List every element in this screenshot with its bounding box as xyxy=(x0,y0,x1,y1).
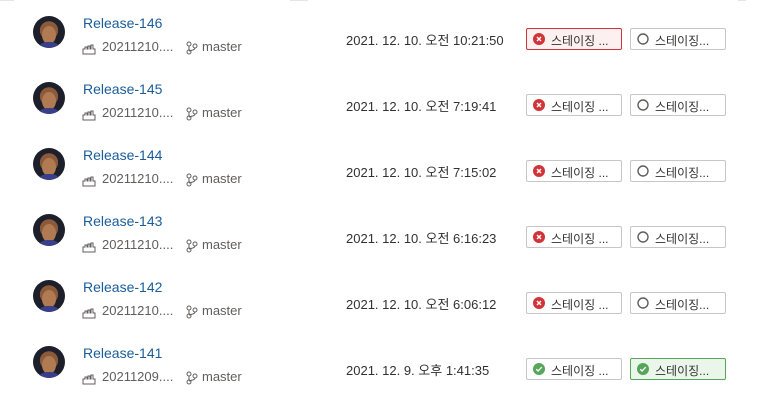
branch-name: master xyxy=(202,237,242,252)
build-pipeline-icon xyxy=(82,44,96,55)
avatar xyxy=(33,280,65,312)
stage-status-button[interactable]: 스테이징... xyxy=(630,358,726,380)
stage-status-button[interactable]: 스테이징... xyxy=(630,160,726,182)
stage-label: 스테이징... xyxy=(655,364,710,378)
release-name-link[interactable]: Release-144 xyxy=(83,147,162,163)
branch-name: master xyxy=(202,369,242,384)
release-row[interactable]: Release-142 20211210.... master 2021. 12… xyxy=(0,264,758,330)
empty-circle-icon xyxy=(637,33,649,45)
stage-status-button[interactable]: 스테이징 ... xyxy=(526,292,622,314)
build-number: 20211209.... xyxy=(102,369,174,384)
release-row[interactable]: Release-143 20211210.... master 2021. 12… xyxy=(0,198,758,264)
release-row[interactable]: Release-145 20211210.... master 2021. 12… xyxy=(0,66,758,132)
stage-label: 스테이징 ... xyxy=(551,298,609,312)
stage-status-button[interactable]: 스테이징 ... xyxy=(526,160,622,182)
check-circle-icon xyxy=(533,363,545,375)
release-date: 2021. 12. 10. 오전 7:15:02 xyxy=(346,165,497,180)
branch-name: master xyxy=(202,39,242,54)
release-date: 2021. 12. 10. 오전 6:16:23 xyxy=(346,231,497,246)
avatar xyxy=(33,148,65,180)
avatar xyxy=(33,346,65,378)
build-pipeline-icon xyxy=(82,110,96,121)
release-row[interactable]: Release-144 20211210.... master 2021. 12… xyxy=(0,132,758,198)
branch-name: master xyxy=(202,171,242,186)
stage-label: 스테이징... xyxy=(655,100,710,114)
stage-label: 스테이징... xyxy=(655,298,710,312)
git-branch-icon xyxy=(186,305,198,319)
release-name-link[interactable]: Release-143 xyxy=(83,213,162,229)
release-name-link[interactable]: Release-146 xyxy=(83,15,162,31)
build-number: 20211210.... xyxy=(102,303,174,318)
stage-label: 스테이징 ... xyxy=(551,100,609,114)
build-pipeline-icon xyxy=(82,308,96,319)
error-circle-icon xyxy=(533,99,545,111)
branch-name: master xyxy=(202,303,242,318)
release-name-link[interactable]: Release-145 xyxy=(83,81,162,97)
stage-label: 스테이징 ... xyxy=(551,166,609,180)
stage-label: 스테이징... xyxy=(655,34,710,48)
release-date: 2021. 12. 9. 오후 1:41:35 xyxy=(346,363,490,378)
git-branch-icon xyxy=(186,239,198,253)
release-row[interactable]: Release-141 20211209.... master 2021. 12… xyxy=(0,330,758,396)
build-pipeline-icon xyxy=(82,242,96,253)
build-pipeline-icon xyxy=(82,176,96,187)
stage-status-button[interactable]: 스테이징 ... xyxy=(526,94,622,116)
check-circle-icon xyxy=(637,363,649,375)
git-branch-icon xyxy=(186,41,198,55)
release-row[interactable]: Release-146 20211210.... master 2021. 12… xyxy=(0,0,758,66)
error-circle-icon xyxy=(533,33,545,45)
release-date: 2021. 12. 10. 오전 7:19:41 xyxy=(346,99,497,114)
stage-label: 스테이징 ... xyxy=(551,34,609,48)
empty-circle-icon xyxy=(637,165,649,177)
empty-circle-icon xyxy=(637,99,649,111)
stage-status-button[interactable]: 스테이징 ... xyxy=(526,226,622,248)
stage-status-button[interactable]: 스테이징... xyxy=(630,226,726,248)
avatar xyxy=(33,16,65,48)
stage-label: 스테이징 ... xyxy=(551,364,609,378)
git-branch-icon xyxy=(186,107,198,121)
empty-circle-icon xyxy=(637,297,649,309)
build-number: 20211210.... xyxy=(102,105,174,120)
stage-status-button[interactable]: 스테이징 ... xyxy=(526,358,622,380)
stage-label: 스테이징... xyxy=(655,232,710,246)
stage-status-button[interactable]: 스테이징... xyxy=(630,94,726,116)
avatar xyxy=(33,82,65,114)
build-number: 20211210.... xyxy=(102,237,174,252)
release-name-link[interactable]: Release-141 xyxy=(83,345,162,361)
stage-status-button[interactable]: 스테이징... xyxy=(630,28,726,50)
error-circle-icon xyxy=(533,231,545,243)
stage-label: 스테이징... xyxy=(655,166,710,180)
git-branch-icon xyxy=(186,371,198,385)
release-name-link[interactable]: Release-142 xyxy=(83,279,162,295)
build-number: 20211210.... xyxy=(102,39,174,54)
error-circle-icon xyxy=(533,165,545,177)
release-date: 2021. 12. 10. 오전 6:06:12 xyxy=(346,297,497,312)
release-date: 2021. 12. 10. 오전 10:21:50 xyxy=(346,33,504,48)
build-number: 20211210.... xyxy=(102,171,174,186)
avatar xyxy=(33,214,65,246)
stage-status-button[interactable]: 스테이징... xyxy=(630,292,726,314)
branch-name: master xyxy=(202,105,242,120)
error-circle-icon xyxy=(533,297,545,309)
git-branch-icon xyxy=(186,173,198,187)
empty-circle-icon xyxy=(637,231,649,243)
stage-label: 스테이징 ... xyxy=(551,232,609,246)
build-pipeline-icon xyxy=(82,374,96,385)
stage-status-button[interactable]: 스테이징 ... xyxy=(526,28,622,50)
